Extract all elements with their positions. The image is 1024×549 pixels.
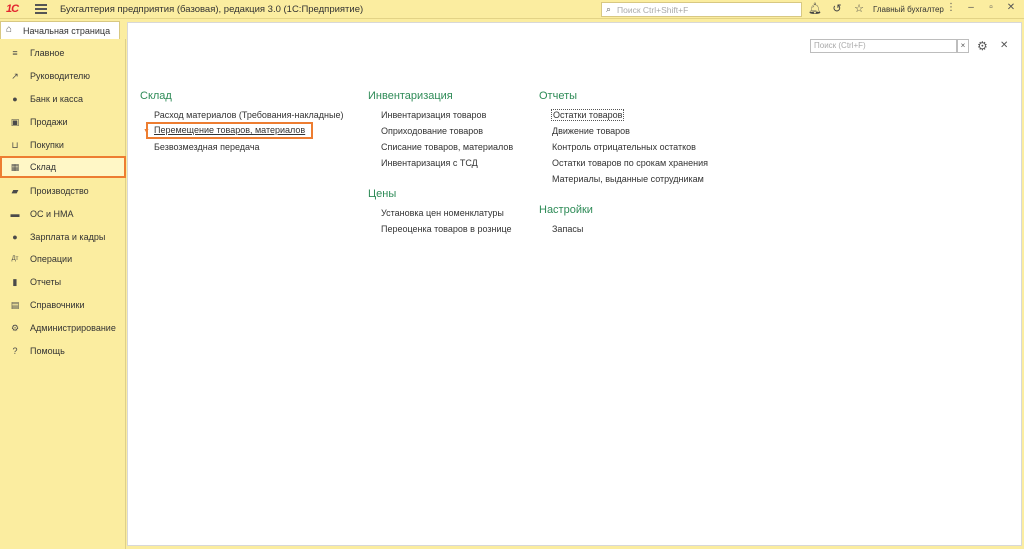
link-pereocenka-tovarov[interactable]: Переоценка товаров в рознице (381, 224, 512, 234)
sidebar-item-administrirovanie[interactable]: ⚙ Администрирование (0, 317, 126, 339)
sidebar-item-label: Отчеты (30, 277, 62, 287)
cart-icon: ⊔ (11, 140, 19, 150)
global-search-placeholder: Поиск Ctrl+Shift+F (617, 5, 689, 15)
link-oprihodovanie-tovarov[interactable]: Оприходование товаров (381, 126, 483, 136)
main-panel: Поиск (Ctrl+F) × ⚙ ✕ Склад Расход матери… (127, 22, 1022, 546)
link-zapasy[interactable]: Запасы (552, 224, 583, 234)
sidebar-item-bank[interactable]: ● Банк и касса (0, 88, 126, 110)
tab-home[interactable]: ⌂ Начальная страница (0, 21, 120, 39)
home-icon: ⌂ (6, 24, 13, 35)
link-spisanie-tovarov[interactable]: Списание товаров, материалов (381, 142, 513, 152)
sidebar-item-label: Главное (30, 48, 65, 58)
truck-icon: ▬ (10, 209, 20, 219)
sidebar-item-label: Склад (30, 162, 57, 172)
sidebar-item-label: Производство (30, 186, 89, 196)
bag-icon: ▣ (10, 117, 20, 127)
link-inventarizaciya-tovarov[interactable]: Инвентаризация товаров (381, 110, 486, 120)
sidebar-item-spravochniki[interactable]: ▤ Справочники (0, 294, 126, 316)
sidebar-item-proizvodstvo[interactable]: ▰ Производство (0, 180, 126, 202)
minimize-icon[interactable]: – (964, 2, 978, 13)
section-title-inventarizaciya: Инвентаризация (368, 90, 453, 102)
sidebar-item-label: ОС и НМА (30, 209, 74, 219)
1c-logo: 1С (6, 3, 19, 15)
debit-credit-icon: Дт (11, 256, 19, 262)
link-kontrol-otricatelnyh-ostatkov[interactable]: Контроль отрицательных остатков (552, 142, 696, 152)
link-bezvozmezdnaya-peredacha[interactable]: Безвозмездная передача (154, 142, 260, 152)
sidebar-item-zarplata[interactable]: ● Зарплата и кадры (0, 226, 126, 248)
section-title-nastroiki: Настройки (539, 204, 593, 216)
sidebar-item-label: Администрирование (30, 323, 116, 333)
panel-search-input[interactable]: Поиск (Ctrl+F) (810, 39, 957, 53)
link-rashod-materialov[interactable]: Расход материалов (Требования-накладные) (154, 110, 343, 120)
sidebar-item-glavnoe[interactable]: ≡ Главное (0, 42, 126, 64)
sidebar-item-pomosh[interactable]: ? Помощь (0, 340, 126, 362)
sidebar-item-label: Помощь (30, 346, 65, 356)
close-window-icon[interactable]: ✕ (1004, 2, 1018, 13)
sidebar-item-label: Справочники (30, 300, 85, 310)
star-icon[interactable]: ☆ (852, 2, 866, 15)
more-icon[interactable]: ⋮ (944, 2, 958, 13)
bar-chart-icon: ▮ (12, 277, 18, 287)
link-ostatki-tovarov[interactable]: Остатки товаров (551, 109, 625, 121)
main-menu-icon[interactable] (35, 4, 47, 15)
link-materialy-vydannye[interactable]: Материалы, выданные сотрудникам (552, 174, 704, 184)
window-title: Бухгалтерия предприятия (базовая), редак… (60, 4, 364, 15)
trend-icon: ↗ (11, 71, 19, 81)
user-name[interactable]: Главный бухгалтер (873, 5, 944, 14)
sidebar: ≡ Главное ↗ Руководителю ● Банк и касса … (0, 39, 126, 549)
factory-icon: ▰ (11, 186, 19, 196)
tab-home-label: Начальная страница (23, 26, 111, 36)
sidebar-item-rukovoditelyu[interactable]: ↗ Руководителю (0, 65, 126, 87)
gear-icon: ⚙ (10, 323, 20, 333)
section-title-otchety: Отчеты (539, 90, 578, 102)
restore-icon[interactable]: ▫ (984, 2, 998, 13)
link-ostatki-po-srokam[interactable]: Остатки товаров по срокам хранения (552, 158, 708, 168)
sidebar-item-label: Зарплата и кадры (30, 232, 106, 242)
sidebar-item-label: Банк и касса (30, 94, 83, 104)
coin-icon: ● (12, 94, 18, 104)
sidebar-item-sklad[interactable]: ▦ Склад (0, 156, 126, 178)
sidebar-item-pokupki[interactable]: ⊔ Покупки (0, 134, 126, 156)
link-dvizhenie-tovarov[interactable]: Движение товаров (552, 126, 630, 136)
sidebar-item-label: Покупки (30, 140, 64, 150)
sidebar-item-os-nma[interactable]: ▬ ОС и НМА (0, 203, 126, 225)
link-peremeshenie-tovarov[interactable]: Перемещение товаров, материалов (146, 122, 314, 139)
clear-search-button[interactable]: × (957, 39, 969, 53)
section-title-sklad: Склад (140, 90, 172, 102)
link-ustanovka-cen[interactable]: Установка цен номенклатуры (381, 208, 504, 218)
sidebar-item-label: Операции (30, 254, 73, 264)
sidebar-item-label: Продажи (30, 117, 68, 127)
menu-icon: ≡ (12, 48, 18, 58)
global-search-input[interactable]: ⌕ Поиск Ctrl+Shift+F (601, 2, 802, 17)
book-icon: ▤ (10, 300, 20, 310)
history-icon[interactable]: ↺ (830, 2, 844, 15)
link-inventarizaciya-tsd[interactable]: Инвентаризация с ТСД (381, 158, 478, 168)
warehouse-icon: ▦ (10, 162, 20, 172)
sidebar-item-label: Руководителю (30, 71, 91, 81)
section-title-ceny: Цены (368, 188, 397, 200)
person-icon: ● (12, 232, 18, 242)
sidebar-item-operacii[interactable]: Дт Операции (0, 248, 126, 270)
title-bar: 1С Бухгалтерия предприятия (базовая), ре… (0, 0, 1024, 19)
sidebar-item-prodazhi[interactable]: ▣ Продажи (0, 111, 126, 133)
settings-gear-icon[interactable]: ⚙ (977, 39, 988, 53)
close-panel-icon[interactable]: ✕ (1000, 40, 1008, 51)
bell-icon[interactable]: 🔔︎ (808, 2, 822, 15)
sidebar-item-otchety[interactable]: ▮ Отчеты (0, 271, 126, 293)
help-icon: ? (12, 346, 18, 356)
search-icon: ⌕ (606, 4, 612, 14)
panel-search-placeholder: Поиск (Ctrl+F) (814, 41, 866, 50)
